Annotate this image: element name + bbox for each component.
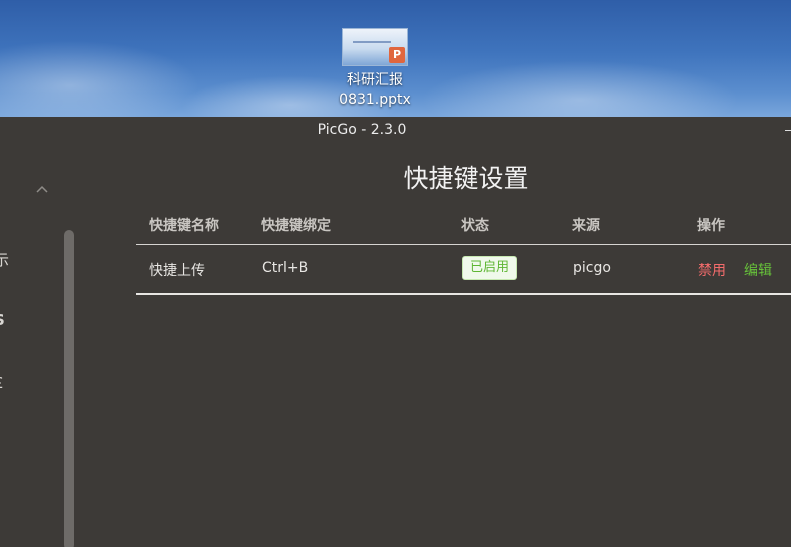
column-header-binding: 快捷键绑定 — [261, 218, 331, 234]
column-header-actions: 操作 — [697, 218, 725, 234]
window-titlebar[interactable]: PicGo - 2.3.0 — [0, 117, 791, 145]
sidebar: 示 S £ — [0, 145, 80, 547]
chevron-up-icon[interactable] — [36, 185, 48, 197]
edit-button[interactable]: 编辑 — [744, 260, 772, 280]
status-badge: 已启用 — [462, 256, 518, 280]
sidebar-scrollbar[interactable] — [64, 230, 74, 547]
column-header-source: 来源 — [572, 218, 600, 234]
sidebar-item-fragment[interactable]: S — [0, 311, 5, 329]
desktop-file-icon[interactable]: P 科研汇报 0831.pptx — [336, 26, 414, 114]
desktop-background: P 科研汇报 0831.pptx — [0, 0, 791, 117]
shortcut-name: 快捷上传 — [149, 263, 205, 279]
page-title: 快捷键设置 — [403, 164, 529, 193]
column-header-name: 快捷键名称 — [149, 218, 219, 234]
desktop-file-name: 科研汇报 0831.pptx — [339, 72, 411, 108]
table-header: 快捷键名称 快捷键绑定 状态 来源 操作 — [136, 209, 791, 245]
window-title: PicGo - 2.3.0 — [317, 122, 407, 138]
picgo-window: PicGo - 2.3.0 示 S £ 快捷键设置 快捷键名称 快捷键绑定 状态… — [0, 117, 791, 547]
table-row: 快捷上传 Ctrl+B 已启用 picgo 禁用 编辑 — [136, 245, 791, 295]
shortcut-table: 快捷键名称 快捷键绑定 状态 来源 操作 快捷上传 Ctrl+B 已启用 pic… — [136, 209, 791, 295]
shortcut-source: picgo — [573, 260, 611, 276]
disable-button[interactable]: 禁用 — [698, 260, 726, 280]
shortcut-binding: Ctrl+B — [262, 260, 309, 276]
pptx-thumbnail: P — [342, 28, 408, 66]
sidebar-item-fragment[interactable]: 示 — [0, 249, 9, 270]
column-header-status: 状态 — [461, 218, 489, 234]
powerpoint-icon: P — [389, 47, 405, 63]
minimize-icon[interactable] — [785, 130, 791, 131]
sidebar-item-fragment[interactable]: £ — [0, 374, 4, 392]
